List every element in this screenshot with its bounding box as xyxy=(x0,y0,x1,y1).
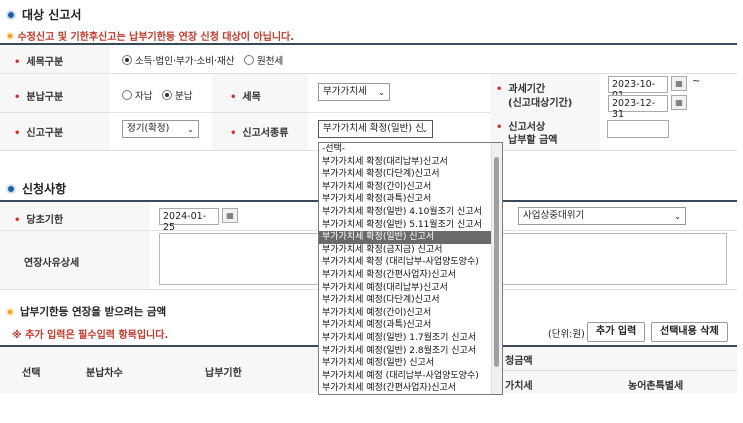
dropdown-option[interactable]: 부가가치세 예정(다단계)신고서 xyxy=(319,294,502,307)
radio-tax-category-withholding[interactable]: 원천세 xyxy=(244,53,283,67)
report-type-dropdown-list[interactable]: -선택- 부가가치세 확정(대리납부)신고서 부가가치세 확정(다단계)신고서 부가가… xyxy=(318,142,503,395)
dropdown-option[interactable]: 부가가치세 확정(금지금) 신고서 xyxy=(319,244,502,257)
radio-selected-icon xyxy=(122,55,132,65)
bullet-icon xyxy=(6,9,16,20)
report-category-select[interactable]: 정기(확정) ⌄ xyxy=(122,120,199,138)
label-report-category: • 신고구분 xyxy=(14,128,64,139)
amount-input[interactable] xyxy=(607,120,669,138)
calendar-icon[interactable]: ▦ xyxy=(222,208,238,223)
dropdown-option[interactable]: 부가가치세 예정(일반) 2.8월조기 신고서 xyxy=(319,345,502,358)
dropdown-option[interactable]: 부가가치세 예정(대리납부)신고서 xyxy=(319,282,502,295)
original-due-input[interactable]: 2024-01-25 xyxy=(159,208,219,233)
scroll-thumb[interactable] xyxy=(494,157,499,367)
label-tax-period: • 과세기간 xyxy=(496,84,546,95)
report-type-select[interactable]: 부가가치세 확정(일반) 신 ⌄ xyxy=(318,120,433,138)
unit-label: (단위:원) xyxy=(548,329,585,340)
dropdown-option[interactable]: 부가가치세 예정(간편사업자)신고서 xyxy=(319,382,502,394)
label-amount-sub: 납부할 금액 xyxy=(508,135,558,146)
col-due-date: 납부기한 xyxy=(205,368,242,379)
label-tax-period-sub: (신고대상기간) xyxy=(508,98,573,109)
label-original-due: • 당초기한 xyxy=(14,215,64,226)
period-start-input[interactable]: 2023-10-01 xyxy=(608,76,668,101)
radio-selected-icon xyxy=(162,90,172,100)
col-vat: 가치세 xyxy=(505,381,533,392)
dropdown-scrollbar[interactable] xyxy=(491,143,502,394)
dropdown-option[interactable]: 부가가치세 확정(간편사업자)신고서 xyxy=(319,269,502,282)
section-title-target-report: 대상 신고서 xyxy=(6,6,81,23)
col-installment: 분납차수 xyxy=(86,368,123,379)
col-rural-tax: 농어촌특별세 xyxy=(628,381,684,392)
radio-self-payment[interactable]: 자납 xyxy=(122,88,152,102)
required-warning: ※ 추가 입력은 필수입력 항목입니다. xyxy=(12,330,169,341)
chevron-down-icon: ⌄ xyxy=(378,88,385,97)
radio-unselected-icon xyxy=(122,90,132,100)
dropdown-option[interactable]: 부가가치세 확정(일반) 신고서 xyxy=(319,231,502,244)
chevron-down-icon: ⌄ xyxy=(421,125,428,134)
section-title-amount: 납부기한등 연장을 받으려는 금액 xyxy=(6,304,166,319)
dropdown-option[interactable]: -선택- xyxy=(319,143,502,156)
dropdown-option[interactable]: 부가가치세 예정 (대리납부-사업양도양수) xyxy=(319,370,502,383)
dropdown-option[interactable]: 부가가치세 확정(대리납부)신고서 xyxy=(319,156,502,169)
calendar-icon[interactable]: ▦ xyxy=(671,95,687,110)
dropdown-option[interactable]: 부가가치세 확정(과특)신고서 xyxy=(319,193,502,206)
row-divider xyxy=(0,73,737,74)
bullet-icon xyxy=(6,32,14,40)
label-reason-detail: 연장사유상세 xyxy=(24,258,80,269)
dropdown-option[interactable]: 부가가치세 확정 (대리납부-사업양도양수) xyxy=(319,256,502,269)
label-tax-item: • 세목 xyxy=(230,92,261,103)
section-title-request: 신청사항 xyxy=(6,180,66,197)
dropdown-option[interactable]: 부가가치세 확정(일반) 4.10월조기 신고서 xyxy=(319,206,502,219)
dropdown-option[interactable]: 부가가치세 예정(일반) 신고서 xyxy=(319,357,502,370)
col-select: 선택 xyxy=(22,368,41,379)
bullet-icon xyxy=(6,307,14,316)
add-input-button[interactable]: 추가 입력 xyxy=(587,322,646,342)
radio-installment[interactable]: 분납 xyxy=(162,88,192,102)
label-report-type: • 신고서종류 xyxy=(230,128,289,139)
warning-message: 수정신고 및 기한후신고는 납부기한등 연장 신청 대상이 아닙니다. xyxy=(6,28,294,43)
label-payment-type: • 분납구분 xyxy=(14,92,64,103)
dropdown-option[interactable]: 부가가치세 예정(일반) 1.7월조기 신고서 xyxy=(319,332,502,345)
label-tax-category: • 세목구분 xyxy=(14,57,64,68)
dropdown-option[interactable]: 부가가치세 확정(일반) 5.11월조기 신고서 xyxy=(319,219,502,232)
period-tilde: ~ xyxy=(692,76,701,87)
chevron-down-icon: ⌄ xyxy=(674,212,681,221)
dropdown-option[interactable]: 부가가치세 확정(간이)신고서 xyxy=(319,181,502,194)
radio-tax-category-general[interactable]: 소득·법인·부가·소비·재산 xyxy=(122,53,234,67)
table-top-border xyxy=(0,43,737,45)
radio-unselected-icon xyxy=(244,55,254,65)
dropdown-option[interactable]: 부가가치세 예정(간이)신고서 xyxy=(319,307,502,320)
chevron-down-icon: ⌄ xyxy=(187,125,194,134)
tax-item-select[interactable]: 부가가치세 ⌄ xyxy=(318,83,390,101)
col-applied-amount: 청금액 xyxy=(505,356,533,367)
bullet-icon xyxy=(6,183,16,194)
calendar-icon[interactable]: ▦ xyxy=(671,76,687,91)
reason-select[interactable]: 사업상중대위기 ⌄ xyxy=(518,207,686,225)
dropdown-option[interactable]: 부가가치세 확정(다단계)신고서 xyxy=(319,168,502,181)
period-end-input[interactable]: 2023-12-31 xyxy=(608,95,668,120)
dropdown-option[interactable]: 부가가치세 예정(과특)신고서 xyxy=(319,319,502,332)
delete-selected-button[interactable]: 선택내용 삭제 xyxy=(651,322,728,342)
